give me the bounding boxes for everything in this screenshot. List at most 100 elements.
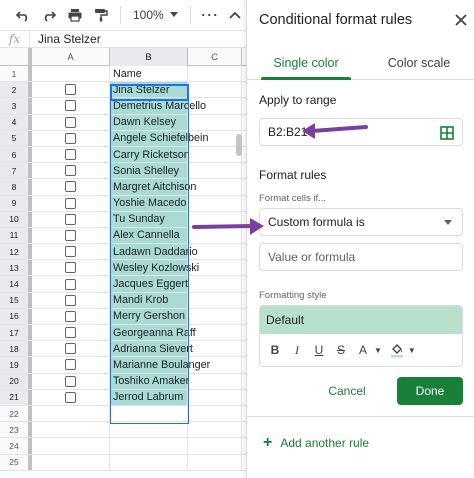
row-header[interactable]: 13: [0, 260, 32, 276]
cell-b[interactable]: Sonia Shelley: [110, 163, 188, 179]
cell-c[interactable]: [188, 308, 242, 324]
cell-b[interactable]: Demetrius Marcello: [110, 98, 206, 114]
checkbox[interactable]: [65, 359, 76, 371]
cell-c[interactable]: [188, 438, 242, 454]
row-header[interactable]: 25: [0, 454, 32, 470]
range-input[interactable]: B2:B21: [259, 118, 463, 146]
cell-c[interactable]: [188, 227, 242, 244]
cell-b[interactable]: Jerrod Labrum: [110, 389, 188, 405]
row-header[interactable]: 6: [0, 146, 32, 163]
cell-c[interactable]: [188, 373, 242, 389]
cell-b[interactable]: [110, 438, 188, 454]
grid-select-icon[interactable]: [440, 126, 454, 140]
cell-a[interactable]: [32, 357, 110, 373]
column-header-a[interactable]: A: [32, 48, 110, 66]
cell-b[interactable]: Name: [110, 66, 188, 82]
checkbox[interactable]: [65, 116, 76, 128]
cell-b[interactable]: Tu Sunday: [110, 211, 188, 227]
checkbox[interactable]: [65, 197, 76, 209]
formula-input[interactable]: Jina Stelzer: [30, 32, 101, 46]
row-header[interactable]: 18: [0, 341, 32, 357]
row-header[interactable]: 23: [0, 422, 32, 438]
cell-a[interactable]: [32, 373, 110, 389]
checkbox[interactable]: [65, 375, 76, 387]
cell-a[interactable]: [32, 211, 110, 227]
cell-c[interactable]: [188, 422, 242, 438]
cell-b[interactable]: Marianne Boulanger: [110, 357, 210, 373]
row-header[interactable]: 19: [0, 357, 32, 373]
cell-a[interactable]: [32, 114, 110, 130]
cell-b[interactable]: Jina Stelzer: [110, 82, 188, 98]
done-button[interactable]: Done: [397, 377, 463, 405]
text-color-button[interactable]: A: [354, 339, 372, 361]
cell-c[interactable]: [188, 146, 242, 163]
row-header[interactable]: 9: [0, 195, 32, 211]
cell-c[interactable]: [188, 82, 242, 98]
checkbox[interactable]: [65, 310, 76, 322]
cell-c[interactable]: [188, 454, 242, 470]
row-header[interactable]: 4: [0, 114, 32, 130]
cell-a[interactable]: [32, 438, 110, 454]
cell-a[interactable]: [32, 179, 110, 195]
condition-select[interactable]: Custom formula is: [259, 208, 463, 236]
row-header[interactable]: 10: [0, 211, 32, 227]
style-preset-select[interactable]: Default: [260, 306, 462, 334]
cancel-button[interactable]: Cancel: [309, 377, 385, 405]
checkbox[interactable]: [65, 100, 76, 112]
cell-c[interactable]: [188, 276, 242, 292]
cell-a[interactable]: [32, 454, 110, 470]
cell-a[interactable]: [32, 227, 110, 244]
checkbox[interactable]: [65, 391, 76, 403]
cell-a[interactable]: [32, 276, 110, 292]
checkbox[interactable]: [65, 294, 76, 306]
cell-b[interactable]: Mandi Krob: [110, 292, 188, 308]
underline-button[interactable]: U: [310, 339, 328, 361]
close-icon[interactable]: [453, 12, 469, 28]
cell-a[interactable]: [32, 163, 110, 179]
add-another-rule-button[interactable]: + Add another rule: [263, 434, 369, 452]
row-header[interactable]: 17: [0, 325, 32, 341]
tab-single-color[interactable]: Single color: [259, 46, 353, 80]
tab-color-scale[interactable]: Color scale: [379, 46, 459, 80]
checkbox[interactable]: [65, 132, 76, 144]
cell-a[interactable]: [32, 66, 110, 82]
row-header[interactable]: 16: [0, 308, 32, 324]
checkbox[interactable]: [65, 278, 76, 290]
checkbox[interactable]: [65, 262, 76, 274]
column-header-c[interactable]: C: [188, 48, 242, 66]
checkbox[interactable]: [65, 84, 76, 96]
print-icon[interactable]: [64, 4, 86, 26]
cell-b[interactable]: Yoshie Macedo: [110, 195, 188, 211]
redo-icon[interactable]: [38, 4, 60, 26]
cell-b[interactable]: Alex Cannella: [110, 227, 188, 244]
collapse-toolbar-icon[interactable]: [226, 6, 244, 24]
cell-c[interactable]: [188, 163, 242, 179]
cell-c[interactable]: [188, 179, 242, 195]
row-header[interactable]: 8: [0, 179, 32, 195]
cell-b[interactable]: Jacques Eggert: [110, 276, 188, 292]
cell-b[interactable]: Ladawn Daddario: [110, 244, 198, 260]
cell-c[interactable]: [188, 66, 242, 82]
row-header[interactable]: 24: [0, 438, 32, 454]
cell-c[interactable]: [188, 325, 242, 341]
cell-c[interactable]: [188, 292, 242, 308]
cell-c[interactable]: [188, 114, 242, 130]
checkbox[interactable]: [65, 213, 76, 225]
checkbox[interactable]: [65, 181, 76, 193]
cell-c[interactable]: [188, 405, 242, 422]
strikethrough-button[interactable]: S: [332, 339, 350, 361]
cell-b[interactable]: Angele Schiefelbein: [110, 130, 208, 146]
cell-b[interactable]: [110, 405, 188, 422]
row-header[interactable]: 5: [0, 130, 32, 146]
cell-a[interactable]: [32, 292, 110, 308]
zoom-select[interactable]: 100%: [129, 8, 182, 22]
checkbox[interactable]: [65, 246, 76, 258]
undo-icon[interactable]: [12, 4, 34, 26]
cell-a[interactable]: [32, 244, 110, 260]
cell-c[interactable]: [188, 341, 242, 357]
cell-c[interactable]: [188, 130, 242, 146]
paint-format-icon[interactable]: [90, 4, 112, 26]
row-header[interactable]: 2: [0, 82, 32, 98]
row-header[interactable]: 20: [0, 373, 32, 389]
cell-b[interactable]: Margret Aitchison: [110, 179, 196, 195]
